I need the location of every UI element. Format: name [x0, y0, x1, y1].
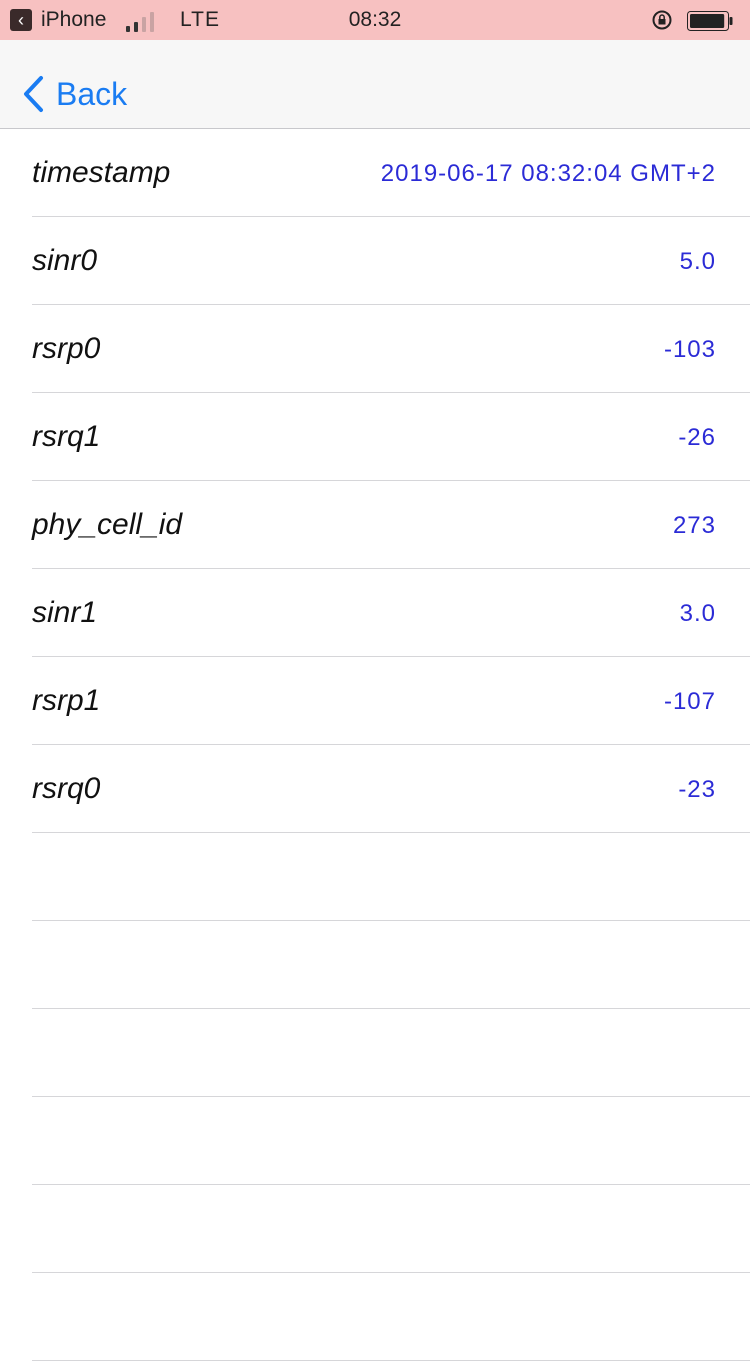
battery-icon: [687, 11, 733, 31]
row-value-label: 5.0: [679, 248, 716, 275]
orientation-lock-icon: [652, 10, 672, 30]
row-key-label: rsrp0: [32, 332, 101, 365]
table-row[interactable]: sinr0 5.0: [0, 217, 750, 305]
table-row[interactable]: [0, 921, 750, 1009]
row-value-label: -26: [678, 424, 716, 451]
table-row[interactable]: timestamp 2019-06-17 08:32:04 GMT+2: [0, 129, 750, 217]
signal-strength-icon: [126, 10, 162, 32]
back-label: Back: [56, 75, 128, 112]
table-row[interactable]: [0, 833, 750, 921]
row-value-label: 273: [672, 512, 716, 539]
table-row[interactable]: [0, 1097, 750, 1185]
row-value-label: 3.0: [679, 600, 716, 627]
row-key-label: rsrq1: [32, 420, 101, 453]
table-row[interactable]: rsrq0 -23: [0, 745, 750, 833]
row-key-label: timestamp: [32, 156, 171, 189]
status-bar: ‹ iPhone LTE 08:32: [0, 0, 750, 40]
row-key-label: phy_cell_id: [32, 508, 183, 541]
table-row[interactable]: phy_cell_id 273: [0, 481, 750, 569]
row-value-label: 2019-06-17 08:32:04 GMT+2: [380, 160, 716, 187]
back-button[interactable]: Back: [22, 74, 127, 114]
network-type-label: LTE: [180, 8, 220, 31]
table-row[interactable]: rsrp0 -103: [0, 305, 750, 393]
row-key-label: rsrq0: [32, 772, 101, 805]
table-row[interactable]: rsrq1 -26: [0, 393, 750, 481]
clock-label: 08:32: [348, 8, 402, 31]
row-key-label: sinr1: [32, 596, 98, 629]
table-row[interactable]: sinr1 3.0: [0, 569, 750, 657]
table-row[interactable]: [0, 1273, 750, 1361]
navigation-bar: Back: [0, 40, 750, 129]
row-key-label: sinr0: [32, 244, 98, 277]
table-row[interactable]: rsrp1 -107: [0, 657, 750, 745]
data-table: timestamp 2019-06-17 08:32:04 GMT+2 sinr0 5…: [0, 129, 750, 1361]
row-value-label: -23: [678, 776, 716, 803]
return-to-app-icon[interactable]: ‹: [10, 9, 32, 31]
carrier-label: iPhone: [41, 8, 107, 31]
row-value-label: -103: [663, 336, 716, 363]
row-key-label: rsrp1: [32, 684, 101, 717]
table-row[interactable]: [0, 1009, 750, 1097]
table-row[interactable]: [0, 1185, 750, 1273]
row-value-label: -107: [663, 688, 716, 715]
chevron-left-icon: [24, 76, 43, 112]
